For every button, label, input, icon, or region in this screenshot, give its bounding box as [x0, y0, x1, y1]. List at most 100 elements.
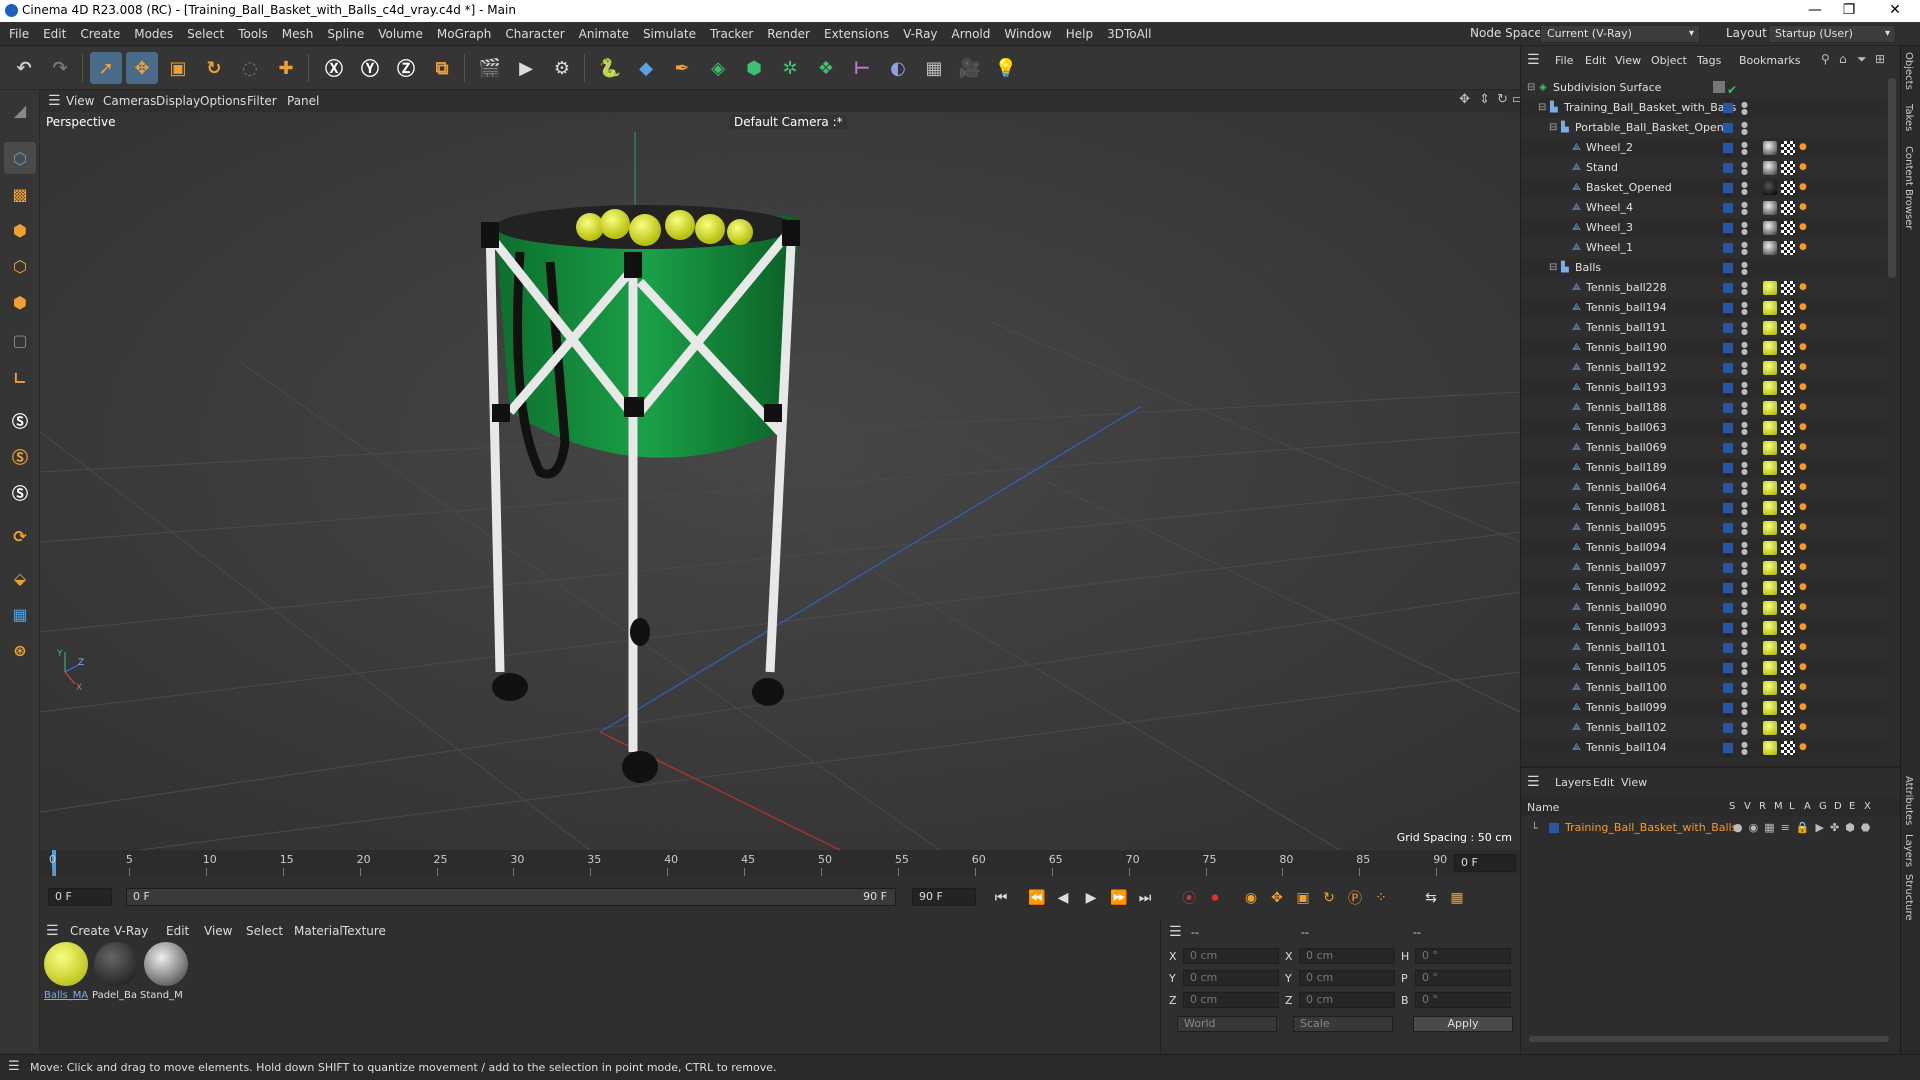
layer-color-swatch[interactable]	[1723, 443, 1733, 453]
vray-tag-icon[interactable]: ●	[1799, 642, 1807, 652]
layer-color-swatch[interactable]	[1723, 123, 1733, 133]
layer-toggle-icons[interactable]: ●◉▦≡🔒▶✤⬢⬣	[1733, 821, 1876, 834]
object-filter-icon[interactable]: ⏷	[1857, 52, 1867, 67]
visibility-dots[interactable]: ● ●	[1741, 201, 1749, 216]
visibility-dots[interactable]: ● ●	[1741, 141, 1749, 156]
vray-tag-icon[interactable]: ●	[1799, 542, 1807, 552]
vray-tag-icon[interactable]: ●	[1799, 502, 1807, 512]
uv-tag-icon[interactable]	[1781, 301, 1795, 315]
last-tool-icon[interactable]: ◌	[234, 52, 266, 84]
render-view-icon[interactable]: 🎬	[474, 52, 506, 84]
object-row[interactable]: ⟁ Tennis_ball104 ● ● ●	[1521, 738, 1887, 758]
object-row[interactable]: ⟁ Tennis_ball194 ● ● ●	[1521, 298, 1887, 318]
material-swatch-padel[interactable]	[94, 942, 138, 986]
material-menu-vray[interactable]: V-Ray	[114, 924, 148, 938]
object-row[interactable]: ⊟ ▙ Training_Ball_Basket_with_Balls ● ●	[1521, 98, 1887, 118]
layer-color-swatch[interactable]	[1723, 383, 1733, 393]
extrude-icon[interactable]: ⬢	[738, 52, 770, 84]
visibility-dots[interactable]: ● ●	[1741, 181, 1749, 196]
uv-tag-icon[interactable]	[1781, 641, 1795, 655]
vray-tag-icon[interactable]: ●	[1799, 562, 1807, 572]
object-row[interactable]: ⟁ Tennis_ball189 ● ● ●	[1521, 458, 1887, 478]
vray-tag-icon[interactable]: ●	[1799, 702, 1807, 712]
polygons-mode-icon[interactable]: ⬢	[4, 286, 36, 318]
light-icon[interactable]: 💡	[990, 52, 1022, 84]
record-keys-icon[interactable]: ⦿	[1178, 887, 1200, 909]
layer-color-swatch[interactable]	[1723, 143, 1733, 153]
visibility-dots[interactable]: ● ●	[1741, 601, 1749, 616]
object-row[interactable]: ⟁ Tennis_ball069 ● ● ●	[1521, 438, 1887, 458]
viewport-menu-view[interactable]: View	[66, 94, 94, 108]
vray-tag-icon[interactable]: ●	[1799, 682, 1807, 692]
material-swatch-balls[interactable]	[44, 942, 88, 986]
uv-tag-icon[interactable]	[1781, 561, 1795, 575]
timeline-window-icon[interactable]: ▦	[1446, 887, 1468, 909]
menu-simulate[interactable]: Simulate	[636, 22, 703, 46]
visibility-dots[interactable]: ● ●	[1741, 241, 1749, 256]
material-label-padel[interactable]: Padel_Ba	[92, 990, 138, 1001]
vray-tag-icon[interactable]: ●	[1799, 742, 1807, 752]
vray-tag-icon[interactable]: ●	[1799, 382, 1807, 392]
object-row[interactable]: ⟁ Tennis_ball064 ● ● ●	[1521, 478, 1887, 498]
material-tag[interactable]	[1763, 541, 1777, 555]
object-row[interactable]: ⟁ Tennis_ball102 ● ● ●	[1521, 718, 1887, 738]
layer-scrollbar[interactable]	[1529, 1036, 1889, 1042]
vray-tag-icon[interactable]: ●	[1799, 162, 1807, 172]
visibility-dots[interactable]: ● ●	[1741, 661, 1749, 676]
visibility-dots[interactable]: ● ●	[1741, 281, 1749, 296]
material-label-stand[interactable]: Stand_M	[140, 990, 186, 1001]
menu-render[interactable]: Render	[760, 22, 817, 46]
material-tag[interactable]	[1763, 321, 1777, 335]
uv-tag-icon[interactable]	[1781, 721, 1795, 735]
visibility-dots[interactable]: ● ●	[1741, 521, 1749, 536]
object-menu-bookmarks[interactable]: Bookmarks	[1739, 54, 1800, 67]
scale-tool-icon[interactable]: ▣	[162, 52, 194, 84]
material-tag[interactable]	[1763, 361, 1777, 375]
vray-tag-icon[interactable]: ●	[1799, 222, 1807, 232]
layer-color-swatch[interactable]	[1723, 463, 1733, 473]
layer-color-swatch[interactable]	[1723, 543, 1733, 553]
tab-takes[interactable]: Takes	[1903, 104, 1914, 131]
position-z-field[interactable]: 0 cm	[1183, 992, 1279, 1008]
rotation-p-field[interactable]: 0 °	[1415, 970, 1511, 986]
uv-tag-icon[interactable]	[1781, 581, 1795, 595]
material-menu-material[interactable]: Material	[294, 924, 343, 938]
object-row[interactable]: ⟁ Stand ● ● ●	[1521, 158, 1887, 178]
material-tag[interactable]	[1763, 401, 1777, 415]
uv-mode-icon[interactable]: ▢	[4, 324, 36, 356]
rotation-h-field[interactable]: 0 °	[1415, 948, 1511, 964]
deformer-icon[interactable]: ⊢	[846, 52, 878, 84]
grid-workplane-icon[interactable]: ▦	[4, 598, 36, 630]
menu-edit[interactable]: Edit	[36, 22, 73, 46]
keyframe-selection-icon[interactable]: ◉	[1240, 887, 1262, 909]
layer-color-swatch[interactable]	[1723, 223, 1733, 233]
layer-color-swatch[interactable]	[1723, 703, 1733, 713]
vray-tag-icon[interactable]: ●	[1799, 482, 1807, 492]
enable-check-icon[interactable]: ✔	[1727, 80, 1737, 100]
maximize-button[interactable]: ❐	[1834, 2, 1864, 18]
visibility-dots[interactable]: ● ●	[1741, 221, 1749, 236]
uv-tag-icon[interactable]	[1781, 441, 1795, 455]
uv-tag-icon[interactable]	[1781, 161, 1795, 175]
object-row[interactable]: ⟁ Wheel_2 ● ● ●	[1521, 138, 1887, 158]
object-menu-edit[interactable]: Edit	[1585, 54, 1606, 67]
timeline-ruler[interactable]: 0 5 10 15 20 25 30 35 40 45 50 55 60 65 70 75 80 85 90 0 F	[40, 850, 1520, 876]
play-icon[interactable]: ▶	[1080, 887, 1102, 909]
material-tag[interactable]	[1763, 521, 1777, 535]
object-row[interactable]: ⟁ Tennis_ball191 ● ● ●	[1521, 318, 1887, 338]
layer-color-swatch[interactable]	[1723, 623, 1733, 633]
render-settings-icon[interactable]: ⚙	[546, 52, 578, 84]
menu-arnold[interactable]: Arnold	[945, 22, 998, 46]
viewport-rotate-icon[interactable]: ↻	[1497, 92, 1508, 107]
layer-color-swatch[interactable]	[1723, 103, 1733, 113]
material-tag[interactable]	[1763, 301, 1777, 315]
visibility-dots[interactable]: ● ●	[1741, 301, 1749, 316]
camera-label[interactable]: Default Camera :*	[730, 115, 847, 129]
workplane-icon[interactable]: ⬙	[4, 562, 36, 594]
snap-icon[interactable]: Ⓢ	[4, 404, 36, 436]
material-tag[interactable]	[1763, 381, 1777, 395]
object-menu-view[interactable]: View	[1615, 54, 1641, 67]
locked-workplane-icon[interactable]: ⊛	[4, 634, 36, 666]
visibility-dots[interactable]: ● ●	[1741, 561, 1749, 576]
mograph-icon[interactable]: ❖	[810, 52, 842, 84]
